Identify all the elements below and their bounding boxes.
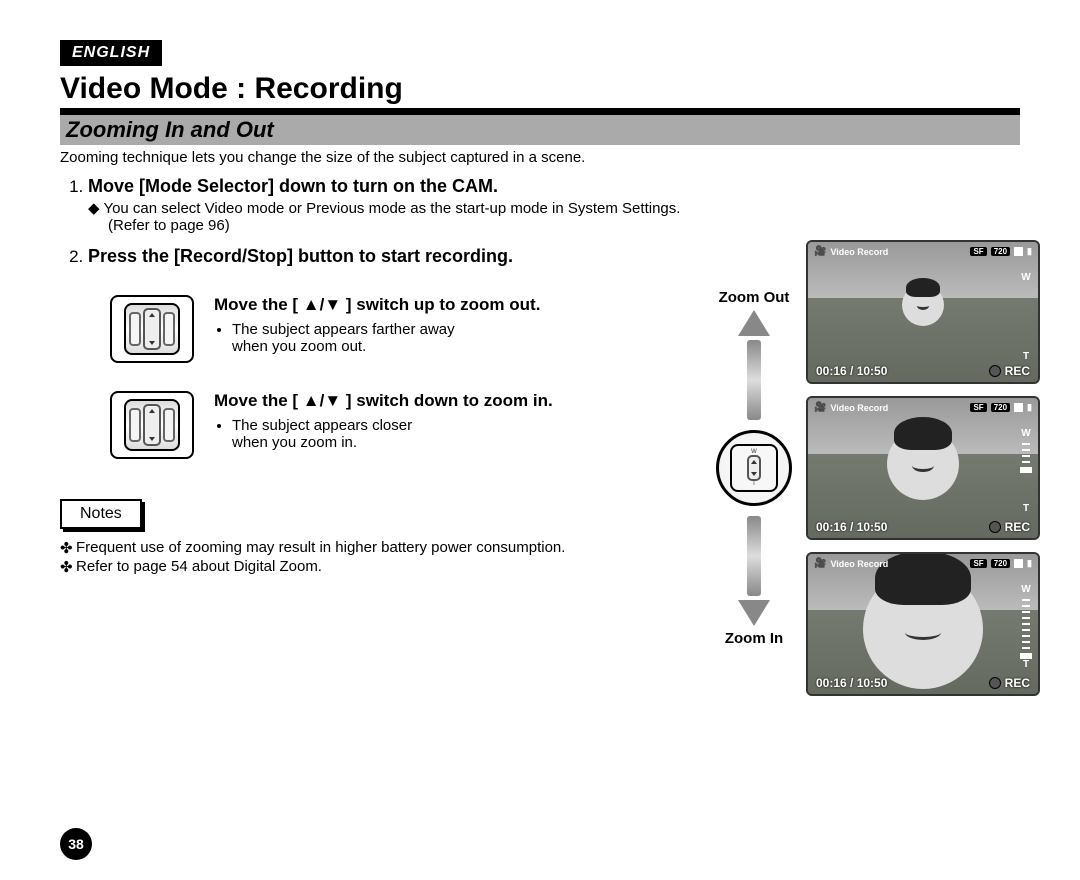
note-1: Frequent use of zooming may result in hi…: [76, 539, 1020, 556]
intro-text: Zooming technique lets you change the si…: [60, 149, 1020, 166]
switch-diagram-up: [110, 295, 194, 363]
rec-dot-icon: [989, 365, 1001, 377]
battery-icon: ▮: [1027, 246, 1032, 257]
note-2: Refer to page 54 about Digital Zoom.: [76, 558, 1020, 575]
page-title: Video Mode : Recording: [60, 72, 1020, 116]
rec-label: REC: [1005, 364, 1030, 378]
zoom-out-block: Move the [ ▲/▼ ] switch up to zoom out. …: [110, 295, 670, 363]
step-2-title: Press the [Record/Stop] button to start …: [88, 246, 698, 267]
step-1-title: Move [Mode Selector] down to turn on the…: [88, 176, 698, 197]
zoom-in-desc: The subject appears closer when you zoom…: [232, 417, 553, 451]
lcd-preview-1: 🎥 Video Record SF 720 ▮ WT 00:16 / 10:50…: [806, 240, 1040, 384]
zoom-out-label: Zoom Out: [719, 289, 790, 306]
zoom-in-label: Zoom In: [725, 630, 783, 647]
notes-heading: Notes: [60, 499, 142, 529]
lcd-mode: Video Record: [830, 247, 888, 257]
camcorder-icon: 🎥: [814, 402, 826, 413]
lcd-time: 00:16 / 10:50: [816, 364, 887, 378]
zoom-in-block: Move the [ ▲/▼ ] switch down to zoom in.…: [110, 391, 670, 459]
zoom-arrow-column: Zoom Out W T Zoom In: [716, 289, 792, 647]
zoom-out-title: Move the [ ▲/▼ ] switch up to zoom out.: [214, 295, 540, 315]
lcd-res: 720: [991, 247, 1010, 256]
zoom-in-title: Move the [ ▲/▼ ] switch down to zoom in.: [214, 391, 553, 411]
section-title: Zooming In and Out: [60, 115, 1020, 145]
memory-icon: [1014, 247, 1023, 256]
lcd-preview-2: 🎥 Video Record SF720 ▮ WT 00:16 / 10:50 …: [806, 396, 1040, 540]
lcd-quality: SF: [970, 247, 986, 256]
step-1-note: You can select Video mode or Previous mo…: [88, 199, 698, 217]
arrow-up-icon: [738, 310, 770, 336]
switch-circle-icon: W T: [716, 430, 792, 506]
language-tab: ENGLISH: [60, 40, 162, 66]
camcorder-icon: 🎥: [814, 246, 826, 257]
zoom-out-desc: The subject appears farther away when yo…: [232, 321, 540, 355]
page-number: 38: [60, 828, 92, 860]
arrow-down-icon: [738, 600, 770, 626]
step-1-ref: (Refer to page 96): [108, 217, 698, 234]
switch-diagram-down: [110, 391, 194, 459]
